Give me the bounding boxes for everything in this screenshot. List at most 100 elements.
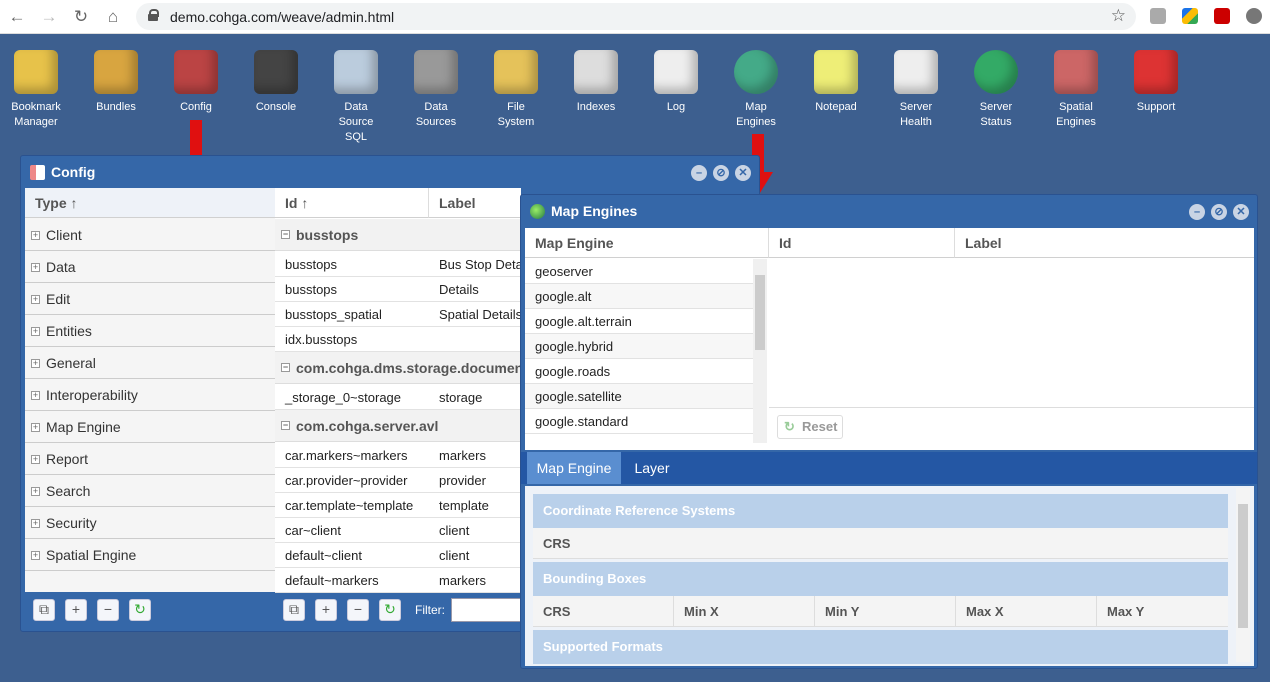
- expand-all-button[interactable]: +: [65, 599, 87, 621]
- expand-icon[interactable]: +: [31, 487, 40, 496]
- row-id[interactable]: idx.busstops: [275, 327, 429, 352]
- tree-node[interactable]: + Interoperability: [25, 379, 275, 411]
- bbox-column-header[interactable]: CRS: [533, 596, 674, 627]
- expand-icon[interactable]: +: [31, 391, 40, 400]
- desktop-icon[interactable]: Indexes: [561, 50, 631, 115]
- reload-icon[interactable]: ↻: [70, 6, 92, 28]
- tree-node[interactable]: + Spatial Engine: [25, 539, 275, 571]
- desktop-icon[interactable]: Console: [241, 50, 311, 115]
- group-row[interactable]: − com.cohga.dms.storage.document.c: [275, 352, 521, 384]
- home-icon[interactable]: ⌂: [102, 6, 124, 28]
- desktop-icon[interactable]: Bundles: [81, 50, 151, 115]
- row-id[interactable]: car.markers~markers: [275, 443, 429, 468]
- row-id[interactable]: busstops: [275, 277, 429, 302]
- refresh-button[interactable]: ↻: [379, 599, 401, 621]
- desktop-icon[interactable]: Log: [641, 50, 711, 115]
- desktop-icon[interactable]: Data Source SQL: [321, 50, 391, 145]
- desktop-icon[interactable]: Config: [161, 50, 231, 115]
- copy-button[interactable]: ⧉: [33, 599, 55, 621]
- drive-icon[interactable]: [1182, 8, 1198, 24]
- id-header[interactable]: Id ↑: [275, 188, 429, 218]
- config-titlebar[interactable]: Config – ⊘ ✕: [21, 156, 759, 188]
- filter-input[interactable]: [451, 598, 521, 622]
- restore-icon[interactable]: ⊘: [1211, 204, 1227, 220]
- row-label[interactable]: markers: [429, 443, 521, 468]
- row-label[interactable]: storage: [429, 385, 521, 410]
- restore-icon[interactable]: ⊘: [713, 165, 729, 181]
- map-engine-row[interactable]: google.hybrid: [525, 334, 753, 359]
- row-label[interactable]: client: [429, 543, 521, 568]
- account-icon[interactable]: [1246, 8, 1262, 24]
- map-engines-titlebar[interactable]: Map Engines – ⊘ ✕: [521, 195, 1257, 227]
- label-header[interactable]: Label: [429, 188, 521, 218]
- row-id[interactable]: default~markers: [275, 568, 429, 593]
- group-row[interactable]: − busstops: [275, 219, 521, 251]
- tab-map-engine[interactable]: Map Engine: [527, 452, 621, 484]
- map-engine-row[interactable]: google.satellite: [525, 384, 753, 409]
- row-id[interactable]: car.provider~provider: [275, 468, 429, 493]
- forward-icon[interactable]: →: [38, 6, 60, 28]
- bbox-column-header[interactable]: Max X: [956, 596, 1097, 627]
- desktop-icon[interactable]: Server Status: [961, 50, 1031, 130]
- desktop-icon[interactable]: Bookmark Manager: [1, 50, 71, 130]
- expand-icon[interactable]: +: [31, 263, 40, 272]
- expand-icon[interactable]: +: [31, 359, 40, 368]
- tree-node[interactable]: + Map Engine: [25, 411, 275, 443]
- copy-button[interactable]: ⧉: [283, 599, 305, 621]
- desktop-icon[interactable]: Server Health: [881, 50, 951, 130]
- expand-icon[interactable]: +: [31, 295, 40, 304]
- row-label[interactable]: template: [429, 493, 521, 518]
- address-bar[interactable]: demo.cohga.com/weave/admin.html ☆: [136, 3, 1136, 30]
- desktop-icon[interactable]: Notepad: [801, 50, 871, 115]
- collapse-icon[interactable]: −: [281, 230, 290, 239]
- extension-icon[interactable]: [1150, 8, 1166, 24]
- row-id[interactable]: default~client: [275, 543, 429, 568]
- row-id[interactable]: car~client: [275, 518, 429, 543]
- tree-node[interactable]: + Edit: [25, 283, 275, 315]
- desktop-icon[interactable]: Support: [1121, 50, 1191, 115]
- collapse-icon[interactable]: −: [281, 363, 290, 372]
- tree-node[interactable]: + General: [25, 347, 275, 379]
- map-engine-row[interactable]: google.roads: [525, 359, 753, 384]
- bbox-section-title[interactable]: Bounding Boxes: [533, 562, 1228, 596]
- row-id[interactable]: car.template~template: [275, 493, 429, 518]
- row-id[interactable]: busstops_spatial: [275, 302, 429, 327]
- tree-node[interactable]: + Search: [25, 475, 275, 507]
- desktop-icon[interactable]: Map Engines: [721, 50, 791, 130]
- desktop-icon[interactable]: Data Sources: [401, 50, 471, 130]
- tab-layer[interactable]: Layer: [625, 452, 679, 484]
- row-label[interactable]: Details: [429, 277, 521, 302]
- remove-button[interactable]: −: [347, 599, 369, 621]
- tree-node[interactable]: + Data: [25, 251, 275, 283]
- scrollbar[interactable]: [1236, 488, 1250, 662]
- scrollbar[interactable]: [753, 259, 767, 443]
- close-icon[interactable]: ✕: [735, 165, 751, 181]
- close-icon[interactable]: ✕: [1233, 204, 1249, 220]
- label-header[interactable]: Label: [955, 228, 1254, 258]
- expand-icon[interactable]: +: [31, 231, 40, 240]
- minimize-icon[interactable]: –: [691, 165, 707, 181]
- row-label[interactable]: client: [429, 518, 521, 543]
- collapse-all-button[interactable]: −: [97, 599, 119, 621]
- row-label[interactable]: Bus Stop Deta: [429, 252, 521, 277]
- expand-icon[interactable]: +: [31, 519, 40, 528]
- refresh-button[interactable]: ↻: [129, 599, 151, 621]
- crs-section-title[interactable]: Coordinate Reference Systems: [533, 494, 1228, 528]
- row-label[interactable]: markers: [429, 568, 521, 593]
- bbox-column-header[interactable]: Max Y: [1097, 596, 1238, 627]
- back-icon[interactable]: ←: [6, 6, 28, 28]
- tree-node[interactable]: + Client: [25, 219, 275, 251]
- bbox-column-header[interactable]: Min X: [674, 596, 815, 627]
- id-header[interactable]: Id: [769, 228, 955, 258]
- expand-icon[interactable]: +: [31, 327, 40, 336]
- row-label[interactable]: [429, 327, 521, 352]
- tree-node[interactable]: + Entities: [25, 315, 275, 347]
- row-id[interactable]: busstops: [275, 252, 429, 277]
- map-engine-row[interactable]: google.standard: [525, 409, 753, 434]
- formats-section-title[interactable]: Supported Formats: [533, 630, 1228, 664]
- map-engine-row[interactable]: google.alt.terrain: [525, 309, 753, 334]
- pdf-icon[interactable]: [1214, 8, 1230, 24]
- minimize-icon[interactable]: –: [1189, 204, 1205, 220]
- add-button[interactable]: +: [315, 599, 337, 621]
- expand-icon[interactable]: +: [31, 423, 40, 432]
